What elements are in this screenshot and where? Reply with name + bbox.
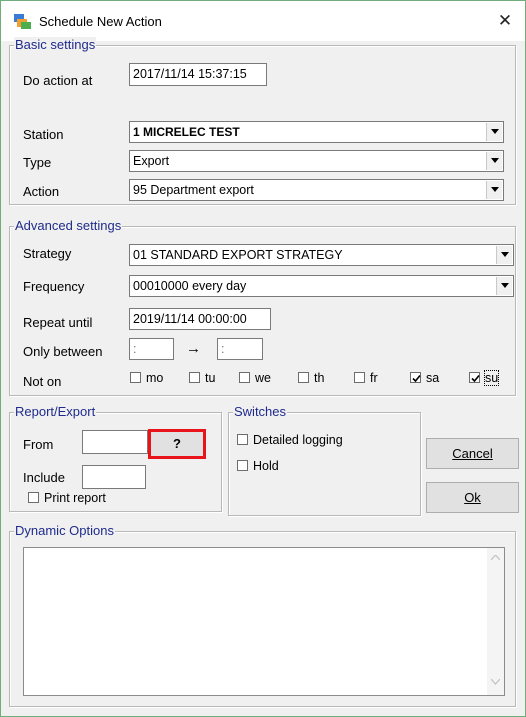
- do-action-at-field[interactable]: 2017/11/14 15:37:15: [129, 63, 267, 86]
- checkbox-box[interactable]: [354, 372, 365, 383]
- day-checkbox-we[interactable]: we: [239, 371, 271, 385]
- only-between-label: Only between: [23, 344, 103, 359]
- basic-settings-legend: Basic settings: [14, 37, 97, 53]
- day-label: mo: [146, 371, 164, 385]
- arrow-right-icon: →: [186, 340, 201, 357]
- action-label: Action: [23, 184, 60, 199]
- repeat-until-label: Repeat until: [23, 315, 93, 330]
- only-between-to-field[interactable]: :: [217, 338, 263, 360]
- checkbox-box[interactable]: [237, 460, 248, 471]
- checkbox-box[interactable]: [239, 372, 250, 383]
- action-value: 95 Department export: [133, 183, 254, 197]
- chevron-down-icon[interactable]: [486, 181, 502, 199]
- hold-label: Hold: [253, 459, 279, 473]
- checkbox-box[interactable]: [237, 434, 248, 445]
- day-label: tu: [205, 371, 216, 385]
- print-report-checkbox[interactable]: Print report: [28, 491, 106, 505]
- not-on-label: Not on: [23, 374, 62, 389]
- report-export-legend: Report/Export: [14, 404, 97, 420]
- include-field[interactable]: [82, 465, 146, 489]
- from-field[interactable]: [82, 430, 148, 454]
- type-label: Type: [23, 155, 52, 170]
- strategy-label: Strategy: [23, 246, 72, 261]
- dynamic-options-legend: Dynamic Options: [14, 523, 115, 539]
- title-bar: Schedule New Action ✕: [1, 1, 525, 41]
- cancel-label: Cancel: [452, 446, 493, 461]
- dynamic-options-area[interactable]: [23, 547, 505, 696]
- day-checkbox-mo[interactable]: mo: [130, 371, 163, 385]
- type-select[interactable]: Export: [129, 150, 504, 172]
- close-button[interactable]: ✕: [485, 1, 525, 41]
- strategy-value: 01 STANDARD EXPORT STRATEGY: [133, 248, 343, 262]
- cancel-button[interactable]: Cancel: [426, 438, 519, 469]
- ok-label: Ok: [464, 490, 481, 505]
- day-checkbox-sa[interactable]: sa: [410, 371, 439, 385]
- print-report-label: Print report: [44, 491, 106, 505]
- action-select[interactable]: 95 Department export: [129, 179, 504, 201]
- checkbox-box[interactable]: [28, 492, 39, 503]
- hold-checkbox[interactable]: Hold: [237, 459, 279, 473]
- close-icon: ✕: [497, 11, 513, 30]
- frequency-value: 00010000 every day: [133, 279, 247, 293]
- type-value: Export: [133, 154, 170, 168]
- chevron-down-icon[interactable]: [496, 246, 512, 264]
- day-label: we: [255, 371, 271, 385]
- day-label: fr: [370, 371, 378, 385]
- switches-legend: Switches: [233, 404, 288, 420]
- day-label: th: [314, 371, 325, 385]
- from-label: From: [23, 437, 54, 452]
- only-between-from-field[interactable]: :: [129, 338, 174, 360]
- ok-button[interactable]: Ok: [426, 482, 519, 513]
- vertical-scrollbar[interactable]: [487, 548, 504, 695]
- advanced-settings-legend: Advanced settings: [14, 218, 123, 234]
- window-title: Schedule New Action: [39, 14, 162, 29]
- do-action-at-label: Do action at: [23, 73, 93, 88]
- day-label: sa: [426, 371, 440, 385]
- frequency-select[interactable]: 00010000 every day: [129, 275, 514, 297]
- day-checkbox-tu[interactable]: tu: [189, 371, 215, 385]
- station-label: Station: [23, 127, 64, 142]
- include-label: Include: [23, 470, 65, 485]
- chevron-down-icon[interactable]: [496, 277, 512, 295]
- scroll-down-icon[interactable]: [491, 679, 500, 685]
- day-checkbox-fr[interactable]: fr: [354, 371, 378, 385]
- checkbox-box[interactable]: [130, 372, 141, 383]
- station-value: 1 MICRELEC TEST: [133, 125, 240, 139]
- chevron-down-icon[interactable]: [486, 152, 502, 170]
- day-label: su: [483, 370, 500, 386]
- browse-button[interactable]: ?: [148, 429, 206, 459]
- strategy-select[interactable]: 01 STANDARD EXPORT STRATEGY: [129, 244, 514, 266]
- checkbox-box[interactable]: [189, 372, 200, 383]
- checkmark-icon[interactable]: [469, 372, 480, 383]
- detailed-logging-label: Detailed logging: [253, 433, 343, 447]
- scroll-up-icon[interactable]: [491, 555, 500, 561]
- checkbox-box[interactable]: [298, 372, 309, 383]
- day-checkbox-su[interactable]: su: [469, 370, 500, 386]
- app-icon: [14, 14, 31, 29]
- day-checkbox-th[interactable]: th: [298, 371, 324, 385]
- station-select[interactable]: 1 MICRELEC TEST: [129, 121, 504, 143]
- detailed-logging-checkbox[interactable]: Detailed logging: [237, 433, 343, 447]
- repeat-until-field[interactable]: 2019/11/14 00:00:00: [129, 308, 271, 330]
- schedule-dialog: Schedule New Action ✕ Basic settings Do …: [0, 0, 526, 717]
- chevron-down-icon[interactable]: [486, 123, 502, 141]
- frequency-label: Frequency: [23, 279, 85, 294]
- checkmark-icon[interactable]: [410, 372, 421, 383]
